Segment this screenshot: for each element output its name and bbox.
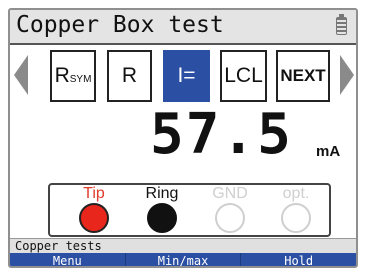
lead-ring: Ring (132, 185, 192, 233)
lead-opt-indicator-icon (281, 203, 311, 233)
fkey-rsym[interactable]: R SYM (50, 50, 96, 102)
fkey-rsym-label: R (54, 64, 70, 87)
device-screen: Copper Box test R SYM R I= LCL NEXT 57.5 … (8, 8, 358, 268)
fkey-lcl-label: LCL (224, 64, 263, 87)
fkey-r-label: R (121, 64, 138, 87)
fkey-r[interactable]: R (107, 50, 152, 102)
softkey-bar: Menu Min/max Hold (10, 253, 356, 266)
lead-gnd-label: GND (212, 185, 248, 202)
lead-tip: Tip (64, 185, 124, 233)
lead-opt-label: opt. (282, 185, 310, 202)
reading-unit: mA (316, 143, 341, 160)
title-bar: Copper Box test (10, 10, 356, 45)
lead-status-panel: Tip Ring GND opt. (48, 183, 331, 237)
fkey-next-label: NEXT (280, 66, 326, 85)
fkey-next[interactable]: NEXT (276, 50, 330, 102)
fkey-current-label: I= (177, 64, 196, 87)
lead-gnd: GND (200, 185, 260, 233)
lead-gnd-indicator-icon (215, 203, 245, 233)
fkey-lcl[interactable]: LCL (220, 50, 267, 102)
reading-value: 57.5 (150, 102, 293, 167)
fkey-current[interactable]: I= (163, 50, 210, 102)
arrow-left-icon[interactable] (14, 55, 28, 95)
lead-opt: opt. (266, 185, 326, 233)
softkey-minmax[interactable]: Min/max (126, 253, 242, 266)
arrow-right-icon[interactable] (340, 55, 354, 95)
softkey-hold[interactable]: Hold (241, 253, 356, 266)
lead-tip-label: Tip (83, 185, 105, 202)
battery-icon (336, 14, 347, 35)
lead-tip-indicator-icon (79, 203, 109, 233)
fkey-rsym-sub: SYM (69, 73, 92, 85)
screen-title: Copper Box test (16, 12, 224, 38)
lead-ring-indicator-icon (147, 203, 177, 233)
softkey-menu[interactable]: Menu (10, 253, 126, 266)
status-bar: Copper tests (10, 238, 356, 253)
lead-ring-label: Ring (145, 185, 179, 202)
